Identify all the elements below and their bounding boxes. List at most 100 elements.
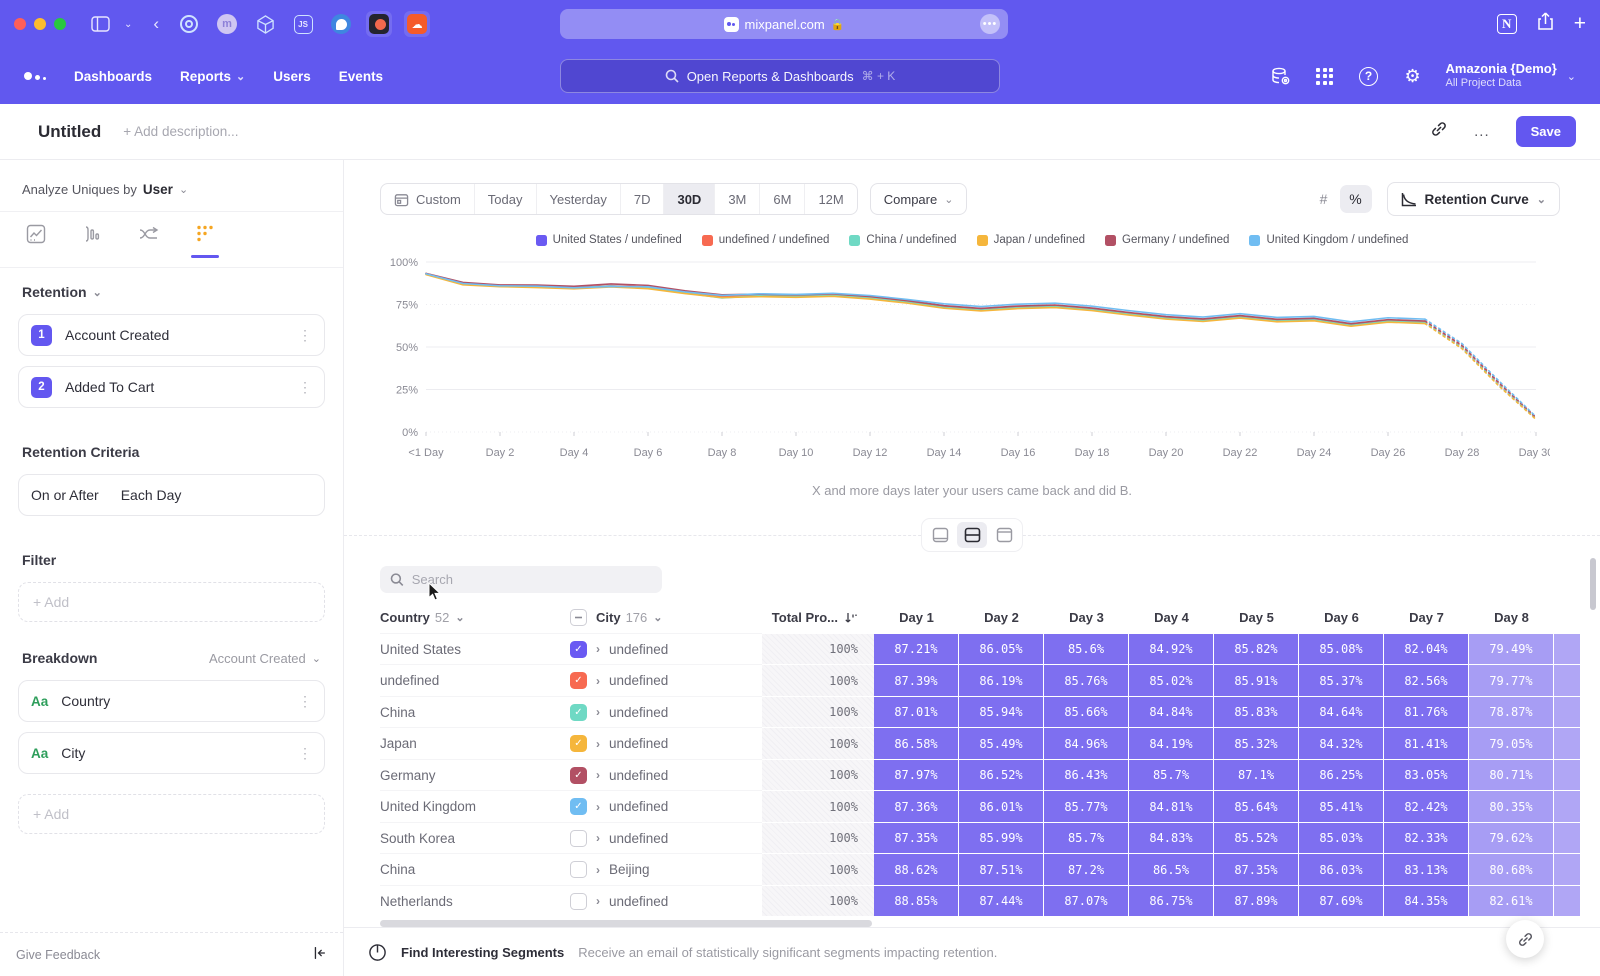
range-12m[interactable]: 12M [805, 184, 856, 214]
tab-funnels[interactable] [82, 224, 102, 257]
compare-button[interactable]: Compare⌄ [870, 183, 968, 215]
tab-retention[interactable] [195, 224, 215, 257]
retention-cell[interactable]: 87.35% [874, 822, 959, 854]
page-more-button[interactable]: ••• [980, 14, 1000, 34]
retention-cell[interactable]: 78.87% [1469, 696, 1554, 728]
retention-cell[interactable]: 83.13% [1384, 853, 1469, 885]
add-breakdown-button[interactable]: + Add [18, 794, 325, 834]
range-7d[interactable]: 7D [621, 184, 665, 214]
analyze-entity-selector[interactable]: User [143, 182, 173, 197]
retention-cell[interactable]: 82.61% [1469, 885, 1554, 917]
day-column-header[interactable]: Day 7 [1384, 603, 1469, 633]
series-visibility-checkbox[interactable]: ✓ [570, 704, 587, 721]
vertical-scrollbar[interactable] [1590, 558, 1596, 610]
retention-step-2[interactable]: 2 Added To Cart ⋮ [18, 366, 325, 408]
tab-flows[interactable] [138, 224, 159, 257]
series-visibility-checkbox[interactable] [570, 893, 587, 910]
save-button[interactable]: Save [1516, 116, 1576, 147]
expand-row-chevron-icon[interactable]: › [596, 705, 600, 719]
retention-cell[interactable]: 87.39% [874, 664, 959, 696]
add-filter-button[interactable]: + Add [18, 582, 325, 622]
data-management-icon[interactable] [1270, 65, 1292, 87]
retention-cell[interactable]: 87.97% [874, 759, 959, 791]
series-visibility-checkbox[interactable]: ✓ [570, 767, 587, 784]
more-options-button[interactable]: ... [1474, 123, 1490, 140]
series-visibility-checkbox[interactable] [570, 861, 587, 878]
select-all-checkbox[interactable] [570, 609, 587, 626]
mixpanel-logo[interactable] [24, 72, 46, 80]
retention-cell[interactable]: 82.04% [1384, 633, 1469, 665]
breakdown-city[interactable]: Aa City ⋮ [18, 732, 325, 774]
day-column-header[interactable]: Day 8 [1469, 603, 1554, 633]
retention-cell[interactable]: 87.01% [874, 696, 959, 728]
retention-cell[interactable]: 86.03% [1299, 853, 1384, 885]
breakdown-country[interactable]: Aa Country ⋮ [18, 680, 325, 722]
retention-cell[interactable]: 85.83% [1214, 696, 1299, 728]
patreon-extension-icon[interactable] [366, 11, 392, 37]
notion-icon[interactable]: N [1497, 14, 1517, 34]
table-search[interactable] [380, 566, 662, 593]
retention-cell[interactable]: 85.7% [1129, 759, 1214, 791]
retention-cell[interactable]: 80.68% [1469, 853, 1554, 885]
range-custom[interactable]: Custom [381, 184, 475, 214]
range-3m[interactable]: 3M [715, 184, 760, 214]
retention-cell[interactable]: 85.49% [959, 727, 1044, 759]
retention-cell[interactable]: 86.58% [874, 727, 959, 759]
retention-cell[interactable]: 79.49% [1469, 633, 1554, 665]
nav-item-events[interactable]: Events [339, 69, 383, 84]
retention-cell[interactable]: 85.37% [1299, 664, 1384, 696]
report-title[interactable]: Untitled [38, 122, 101, 142]
retention-cell[interactable]: 85.41% [1299, 790, 1384, 822]
expand-row-chevron-icon[interactable]: › [596, 800, 600, 814]
retention-cell[interactable]: 88.85% [874, 885, 959, 917]
expand-row-chevron-icon[interactable]: › [596, 737, 600, 751]
retention-cell[interactable]: 84.32% [1299, 727, 1384, 759]
duckduckgo-extension-icon[interactable] [328, 11, 354, 37]
day-column-header[interactable]: Day 5 [1214, 603, 1299, 633]
retention-cell[interactable]: 85.03% [1299, 822, 1384, 854]
retention-cell[interactable]: 83.05% [1384, 759, 1469, 791]
retention-cell[interactable]: 87.89% [1214, 885, 1299, 917]
city-column-header[interactable]: City176⌄ [570, 603, 762, 633]
retention-cell[interactable]: 85.52% [1214, 822, 1299, 854]
retention-cell[interactable]: 87.51% [959, 853, 1044, 885]
share-link-fab[interactable] [1506, 920, 1544, 958]
retention-cell[interactable]: 87.36% [874, 790, 959, 822]
retention-cell[interactable]: 85.99% [959, 822, 1044, 854]
series-visibility-checkbox[interactable]: ✓ [570, 735, 587, 752]
criteria-interval[interactable]: Each Day [121, 487, 182, 503]
retention-section-header[interactable]: Retention⌄ [0, 268, 343, 314]
codesandbox-extension-icon[interactable] [252, 11, 278, 37]
sidebar-toggle-icon[interactable] [91, 16, 110, 32]
retention-cell[interactable]: 85.91% [1214, 664, 1299, 696]
expand-row-chevron-icon[interactable]: › [596, 674, 600, 688]
range-today[interactable]: Today [475, 184, 537, 214]
retention-cell[interactable]: 85.64% [1214, 790, 1299, 822]
give-feedback-link[interactable]: Give Feedback [16, 948, 100, 962]
retention-cell[interactable]: 87.2% [1044, 853, 1129, 885]
retention-cell[interactable]: 86.5% [1129, 853, 1214, 885]
absolute-number-toggle[interactable]: # [1308, 185, 1340, 213]
expand-row-chevron-icon[interactable]: › [596, 768, 600, 782]
percent-toggle[interactable]: % [1340, 185, 1372, 213]
retention-criteria-selector[interactable]: On or After Each Day [18, 474, 325, 516]
retention-cell[interactable]: 86.01% [959, 790, 1044, 822]
expand-row-chevron-icon[interactable]: › [596, 831, 600, 845]
range-yesterday[interactable]: Yesterday [537, 184, 621, 214]
js-extension-icon[interactable]: JS [290, 11, 316, 37]
retention-cell[interactable]: 82.42% [1384, 790, 1469, 822]
nav-item-reports[interactable]: Reports⌄ [180, 69, 245, 84]
retention-cell[interactable]: 84.64% [1299, 696, 1384, 728]
split-layout-button[interactable] [957, 522, 987, 548]
horizontal-scrollbar[interactable] [380, 920, 872, 927]
legend-item[interactable]: China / undefined [849, 234, 956, 246]
retention-chart[interactable]: 0%25%50%75%100%<1 DayDay 2Day 4Day 6Day … [380, 256, 1600, 473]
retention-cell[interactable]: 86.25% [1299, 759, 1384, 791]
chart-type-selector[interactable]: Retention Curve⌄ [1387, 182, 1560, 216]
address-bar[interactable]: mixpanel.com 🔒 ••• [560, 9, 1008, 39]
retention-cell[interactable]: 87.69% [1299, 885, 1384, 917]
retention-cell[interactable]: 85.76% [1044, 664, 1129, 696]
minimize-window-button[interactable] [34, 18, 46, 30]
retention-cell[interactable]: 86.52% [959, 759, 1044, 791]
expand-row-chevron-icon[interactable]: › [596, 642, 600, 656]
